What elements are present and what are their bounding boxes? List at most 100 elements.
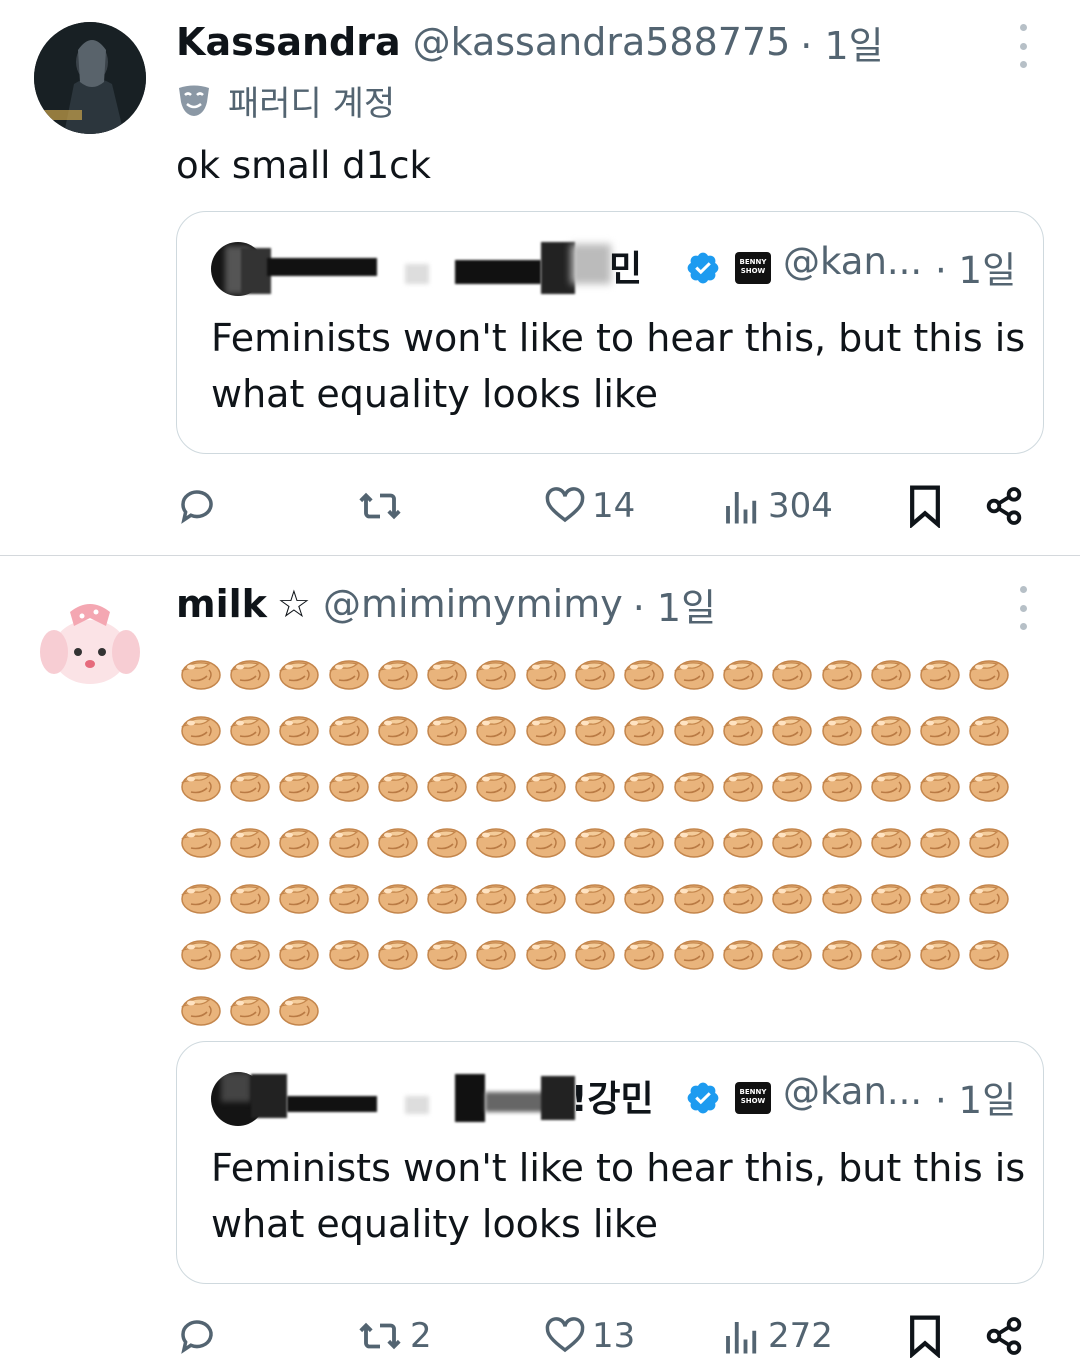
share-button[interactable] xyxy=(984,1306,1024,1366)
quoted-author-handle[interactable]: @kan... xyxy=(783,240,922,283)
tweet[interactable]: milk ☆ @mimimymimy · 1일 !강민 BENNY SHOW @… xyxy=(0,556,1080,1370)
pinching-hand-emoji xyxy=(768,702,817,758)
like-button[interactable]: 14 xyxy=(544,476,635,536)
pinching-hand-emoji xyxy=(225,814,274,870)
quoted-tweet[interactable]: 민 BENNY SHOW @kan... · 1일 Feminists won'… xyxy=(176,211,1044,454)
pinching-hand-emoji xyxy=(570,926,619,982)
pinching-hand-emoji xyxy=(521,646,570,702)
pinching-hand-emoji xyxy=(422,702,471,758)
emoji-row xyxy=(176,870,1036,926)
affiliate-badge-icon[interactable]: BENNY SHOW xyxy=(735,252,771,284)
pinching-hand-emoji xyxy=(768,646,817,702)
tweet-actions: 2 13 272 xyxy=(0,1306,1080,1366)
pinching-hand-emoji xyxy=(472,702,521,758)
bookmark-button[interactable] xyxy=(906,1306,944,1366)
heart-icon xyxy=(545,1317,585,1353)
quoted-timestamp[interactable]: · 1일 xyxy=(935,1070,1016,1124)
pinching-hand-emoji xyxy=(718,870,767,926)
avatar[interactable] xyxy=(34,22,146,134)
views-button[interactable]: 272 xyxy=(722,1306,833,1366)
reply-icon xyxy=(181,1320,213,1354)
quoted-tweet[interactable]: !강민 BENNY SHOW @kan... · 1일 Feminists wo… xyxy=(176,1041,1044,1284)
pinching-hand-emoji xyxy=(915,870,964,926)
author-handle[interactable]: @kassandra588775 xyxy=(413,20,791,64)
quoted-author-name[interactable]: 민 xyxy=(609,240,642,292)
pinching-hand-emoji xyxy=(570,758,619,814)
pinching-hand-emoji xyxy=(275,926,324,982)
pinching-hand-emoji xyxy=(669,870,718,926)
affiliate-badge-icon[interactable]: BENNY SHOW xyxy=(735,1082,771,1114)
pinching-hand-emoji xyxy=(225,926,274,982)
pinching-hand-emoji xyxy=(176,646,225,702)
pinching-hand-emoji xyxy=(718,702,767,758)
repost-button[interactable]: 2 xyxy=(356,1306,432,1366)
pinching-hand-emoji xyxy=(570,814,619,870)
pinching-hand-emoji xyxy=(422,870,471,926)
more-options-icon[interactable] xyxy=(1008,24,1038,68)
reply-button[interactable] xyxy=(176,1306,218,1366)
views-chart-icon xyxy=(726,1322,757,1354)
parody-label: 패러디 계정 xyxy=(176,78,395,124)
pinching-hand-emoji xyxy=(275,702,324,758)
repost-button[interactable] xyxy=(356,476,410,536)
pinching-hand-emoji xyxy=(570,870,619,926)
pinching-hand-emoji xyxy=(225,982,274,1038)
tweet[interactable]: Kassandra @kassandra588775 · 1일 패러디 계정 o… xyxy=(0,0,1080,556)
reply-icon xyxy=(181,490,213,524)
timestamp[interactable]: · 1일 xyxy=(800,15,883,70)
pinching-hand-emoji xyxy=(324,702,373,758)
pinching-hand-emoji xyxy=(620,926,669,982)
views-button[interactable]: 304 xyxy=(722,476,833,536)
bookmark-icon xyxy=(910,1315,940,1358)
pinching-hand-emoji xyxy=(225,646,274,702)
tweet-text: ok small d1ck xyxy=(176,144,431,187)
author-handle[interactable]: @mimimymimy xyxy=(323,582,623,626)
pinching-hand-emoji xyxy=(373,926,422,982)
quoted-tweet-text: Feminists won't like to hear this, but t… xyxy=(211,316,1026,416)
pinching-hand-emoji xyxy=(718,758,767,814)
emoji-row xyxy=(176,758,1036,814)
pinching-hand-emoji xyxy=(915,926,964,982)
pinching-hand-emoji xyxy=(324,814,373,870)
pinching-hand-emoji xyxy=(915,814,964,870)
pinching-hand-emoji xyxy=(472,814,521,870)
author-name[interactable]: milk xyxy=(176,582,267,626)
share-icon xyxy=(986,487,1022,525)
pinching-hand-emoji xyxy=(176,758,225,814)
pinching-hand-emoji xyxy=(817,758,866,814)
bookmark-button[interactable] xyxy=(906,476,944,536)
pinching-hand-emoji xyxy=(521,926,570,982)
share-button[interactable] xyxy=(984,476,1024,536)
pinching-hand-emoji xyxy=(422,814,471,870)
quoted-author-name[interactable]: !강민 xyxy=(571,1070,654,1122)
pinching-hand-emoji xyxy=(669,926,718,982)
pinching-hand-emoji xyxy=(570,646,619,702)
more-options-icon[interactable] xyxy=(1008,586,1038,630)
pinching-hand-emoji xyxy=(373,758,422,814)
like-button[interactable]: 13 xyxy=(544,1306,635,1366)
pinching-hand-emoji xyxy=(817,702,866,758)
pinching-hand-emoji xyxy=(915,702,964,758)
pinching-hand-emoji xyxy=(176,814,225,870)
pinching-hand-emoji xyxy=(422,926,471,982)
author-name[interactable]: Kassandra xyxy=(176,20,401,64)
pinching-hand-emoji xyxy=(422,646,471,702)
avatar[interactable] xyxy=(34,582,146,694)
like-count: 14 xyxy=(592,486,636,526)
quoted-timestamp[interactable]: · 1일 xyxy=(935,240,1016,294)
quoted-author-handle[interactable]: @kan... xyxy=(783,1070,922,1113)
views-count: 272 xyxy=(768,1316,833,1356)
pinching-hand-emoji xyxy=(817,646,866,702)
pinching-hand-emoji xyxy=(521,814,570,870)
emoji-row xyxy=(176,982,1036,1038)
pinching-hand-emoji xyxy=(521,702,570,758)
timestamp[interactable]: · 1일 xyxy=(633,577,716,632)
reply-button[interactable] xyxy=(176,476,218,536)
emoji-row xyxy=(176,646,1036,702)
pinching-hand-emoji xyxy=(324,870,373,926)
pinching-hand-emoji xyxy=(472,758,521,814)
pinching-hand-emoji xyxy=(915,758,964,814)
pinching-hand-emoji xyxy=(176,926,225,982)
pinching-hand-emoji xyxy=(373,870,422,926)
pinching-hand-emoji xyxy=(965,646,1014,702)
